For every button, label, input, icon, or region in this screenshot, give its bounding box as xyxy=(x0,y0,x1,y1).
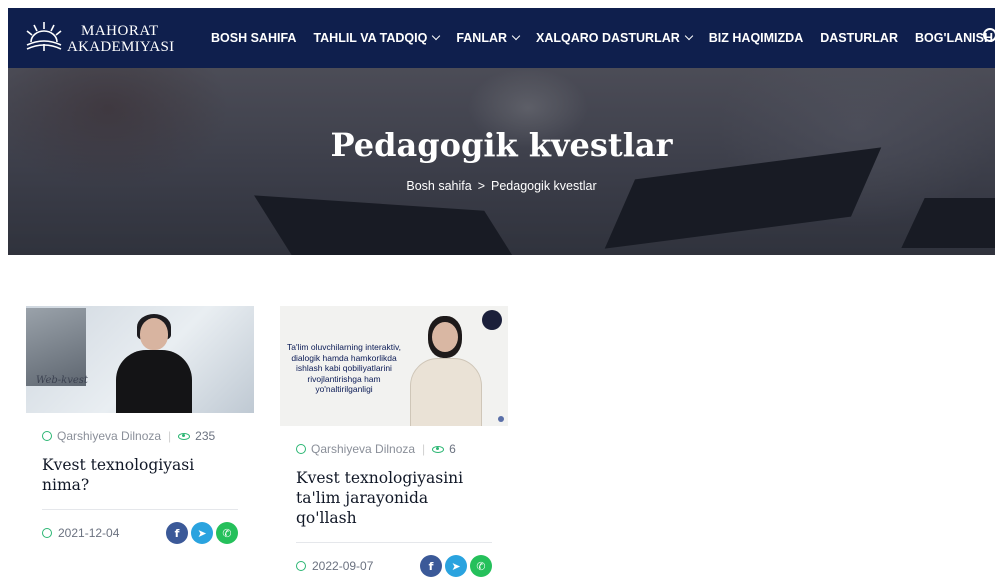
nav-label: BIZ HAQIMIZDA xyxy=(708,31,804,45)
main-nav: BOSH SAHIFA TAHLIL VA TADQIQ FANLAR XALQ… xyxy=(211,8,995,68)
eye-icon xyxy=(178,432,191,440)
presenter-face xyxy=(140,318,168,350)
logo-line2: AKADEMIYASI xyxy=(67,39,175,55)
page-title: Pedagogik kvestlar xyxy=(330,126,673,164)
nav-label: TAHLIL VA TADQIQ xyxy=(313,31,428,45)
post-meta: Qarshiyeva Dilnoza | 235 xyxy=(42,429,254,443)
breadcrumb-separator: > xyxy=(477,179,485,193)
page-hero: Pedagogik kvestlar Bosh sahifa > Pedagogik… xyxy=(8,68,995,255)
logo-text: MAHORAT AKADEMIYASI xyxy=(67,23,174,55)
post-card: Ta'lim oluvchilarning interaktiv, dialog… xyxy=(280,306,508,577)
post-thumbnail[interactable]: Web-kvest xyxy=(26,306,254,413)
post-title[interactable]: Kvest texnologiyasi nima? xyxy=(42,455,238,495)
breadcrumb-current: Pedagogik kvestlar xyxy=(491,179,597,193)
post-card: Web-kvest Qarshiyeva Dilnoza | 235 Kvest… xyxy=(26,306,254,544)
card-divider xyxy=(42,509,238,510)
post-author[interactable]: Qarshiyeva Dilnoza xyxy=(311,442,415,456)
nav-item-fanlar[interactable]: FANLAR xyxy=(456,31,521,45)
nav-item-biz-haqimizda[interactable]: BIZ HAQIMIZDA xyxy=(709,31,803,45)
clock-icon xyxy=(42,528,52,538)
breadcrumb-home-link[interactable]: Bosh sahifa xyxy=(406,179,471,193)
meta-divider: | xyxy=(422,442,426,456)
nav-item-bosh-sahifa[interactable]: BOSH SAHIFA xyxy=(211,31,296,45)
search-icon[interactable] xyxy=(983,28,995,42)
nav-label: DASTURLAR xyxy=(820,31,898,45)
presenter-figure xyxy=(116,350,192,413)
thumbnail-caption: Web-kvest xyxy=(36,375,88,386)
nav-label: BOSH SAHIFA xyxy=(211,31,297,45)
nav-label: BOG'LANISH xyxy=(915,31,993,45)
chevron-down-icon xyxy=(511,31,521,41)
site-logo[interactable]: MAHORAT AKADEMIYASI xyxy=(22,18,182,58)
nav-item-tahlil-va-tadqiq[interactable]: TAHLIL VA TADQIQ xyxy=(313,31,441,45)
post-views: 235 xyxy=(195,429,216,443)
nav-item-dasturlar[interactable]: DASTURLAR xyxy=(820,31,898,45)
post-footer: 2021-12-04 f ➤ ✆ xyxy=(42,522,238,544)
whatsapp-share-button[interactable]: ✆ xyxy=(216,522,238,544)
clock-icon xyxy=(296,561,306,571)
nav-item-boglanish[interactable]: BOG'LANISH xyxy=(915,31,993,45)
post-date-text: 2022-09-07 xyxy=(312,559,374,573)
top-strip xyxy=(0,0,995,8)
nav-item-xalqaro-dasturlar[interactable]: XALQARO DASTURLAR xyxy=(536,31,694,45)
post-author[interactable]: Qarshiyeva Dilnoza xyxy=(57,429,161,443)
thumbnail-caption: Ta'lim oluvchilarning interaktiv, dialog… xyxy=(287,342,401,394)
post-thumbnail[interactable]: Ta'lim oluvchilarning interaktiv, dialog… xyxy=(280,306,508,426)
breadcrumb: Bosh sahifa > Pedagogik kvestlar xyxy=(8,179,995,193)
share-buttons: f ➤ ✆ xyxy=(166,522,238,544)
logo-emblem-icon xyxy=(26,22,62,51)
post-date-text: 2021-12-04 xyxy=(58,526,120,540)
post-date: 2021-12-04 xyxy=(42,526,119,540)
post-meta: Qarshiyeva Dilnoza | 6 xyxy=(296,442,508,456)
presenter-face xyxy=(432,322,458,352)
nav-label: FANLAR xyxy=(456,31,508,45)
user-icon xyxy=(296,444,306,454)
card-divider xyxy=(296,542,492,543)
post-views: 6 xyxy=(449,442,456,456)
site-header: MAHORAT AKADEMIYASI BOSH SAHIFA TAHLIL V… xyxy=(8,8,995,68)
post-title[interactable]: Kvest texnologiyasini ta'lim jarayonida … xyxy=(296,468,492,528)
presenter-figure xyxy=(410,358,482,426)
meta-divider: | xyxy=(168,429,172,443)
chevron-down-icon xyxy=(432,31,441,41)
nav-label: XALQARO DASTURLAR xyxy=(536,31,680,45)
facebook-share-button[interactable]: f xyxy=(166,522,188,544)
corner-dot-icon xyxy=(498,416,504,422)
telegram-share-button[interactable]: ➤ xyxy=(191,522,213,544)
channel-logo-icon xyxy=(482,310,502,330)
user-icon xyxy=(42,431,52,441)
chevron-down-icon xyxy=(684,31,694,41)
eye-icon xyxy=(432,445,445,453)
logo-line1: MAHORAT xyxy=(81,23,159,39)
post-date: 2022-09-07 xyxy=(296,559,373,573)
